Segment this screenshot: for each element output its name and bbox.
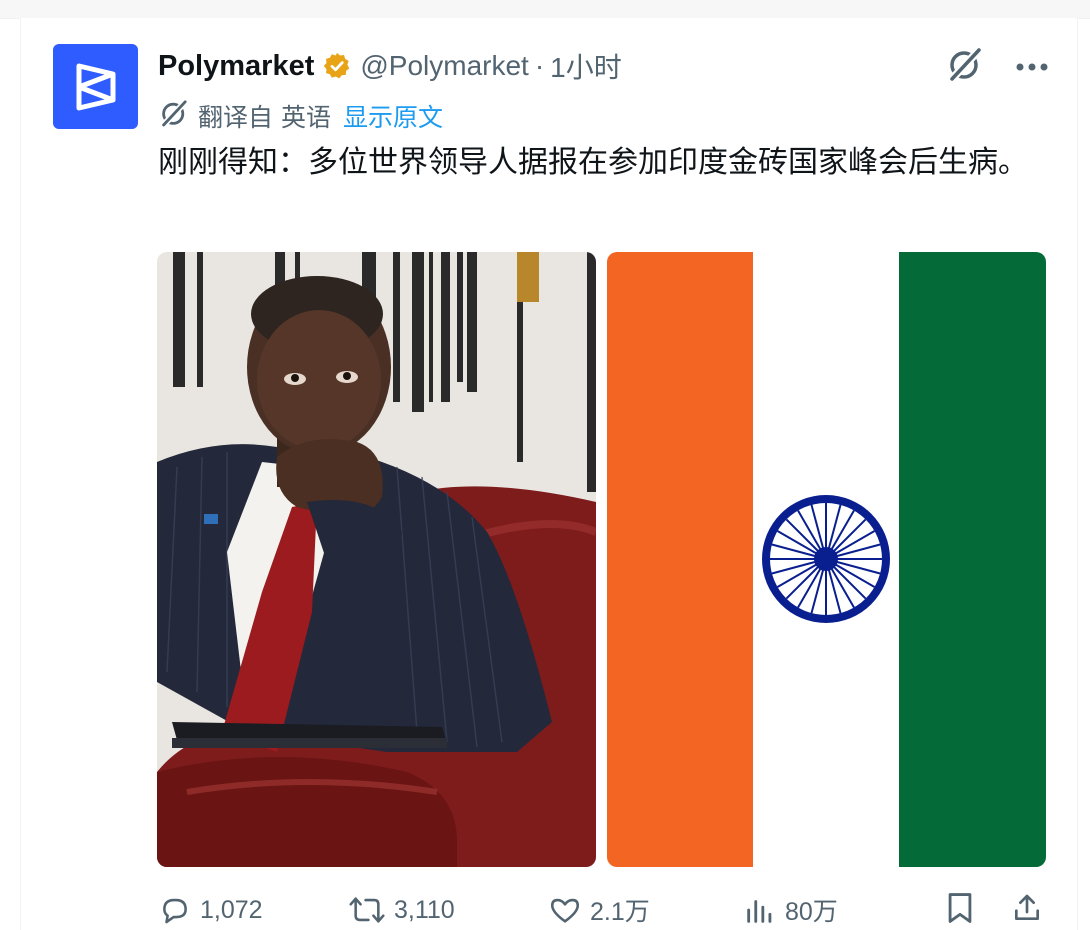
bookmark-icon[interactable] [945,891,975,929]
tweet-media-grid [157,252,1046,867]
media-photo-person[interactable] [157,252,596,867]
author-avatar[interactable] [53,44,138,129]
share-icon[interactable] [1011,891,1043,929]
reply-count: 1,072 [200,895,263,924]
separator-dot: · [534,50,545,81]
polymarket-logo-icon [76,63,115,110]
author-name[interactable]: Polymarket [158,50,314,83]
heart-icon [550,898,580,923]
tweet-text: 刚刚得知：多位世界领导人据报在参加印度金砖国家峰会后生病。 [158,145,1028,180]
top-divider-strip [0,0,1090,19]
retweet-icon [349,897,385,923]
translate-grok-icon [158,97,190,135]
verified-badge-icon[interactable] [322,51,352,81]
more-options-icon[interactable] [1015,57,1049,76]
media-photo-india-flag[interactable] [607,252,1046,867]
like-button[interactable]: 2.1万 [548,892,743,928]
tweet-actions-bar: 1,072 3,110 2.1万 80万 [158,890,1043,930]
header-actions [945,44,1049,88]
retweet-count: 3,110 [394,895,455,924]
views-button[interactable]: 80万 [743,892,933,928]
translated-from-label: 翻译自 英语 [198,103,331,132]
grok-icon[interactable] [945,44,985,88]
views-count: 80万 [785,898,838,926]
retweet-button[interactable]: 3,110 [348,893,548,927]
show-original-link[interactable]: 显示原文 [343,98,443,134]
author-handle[interactable]: @Polymarket [360,50,528,82]
tweet-header: Polymarket @Polymarket · 1小时 [158,44,622,88]
views-chart-icon [747,900,772,923]
reply-icon [163,898,187,924]
like-count: 2.1万 [590,898,650,926]
person-photo-illustration [157,252,596,867]
translation-row: 翻译自 英语 显示原文 [158,96,443,136]
tweet-timestamp[interactable]: 1小时 [550,46,622,86]
reply-button[interactable]: 1,072 [158,893,348,927]
india-flag-image [607,252,1046,867]
